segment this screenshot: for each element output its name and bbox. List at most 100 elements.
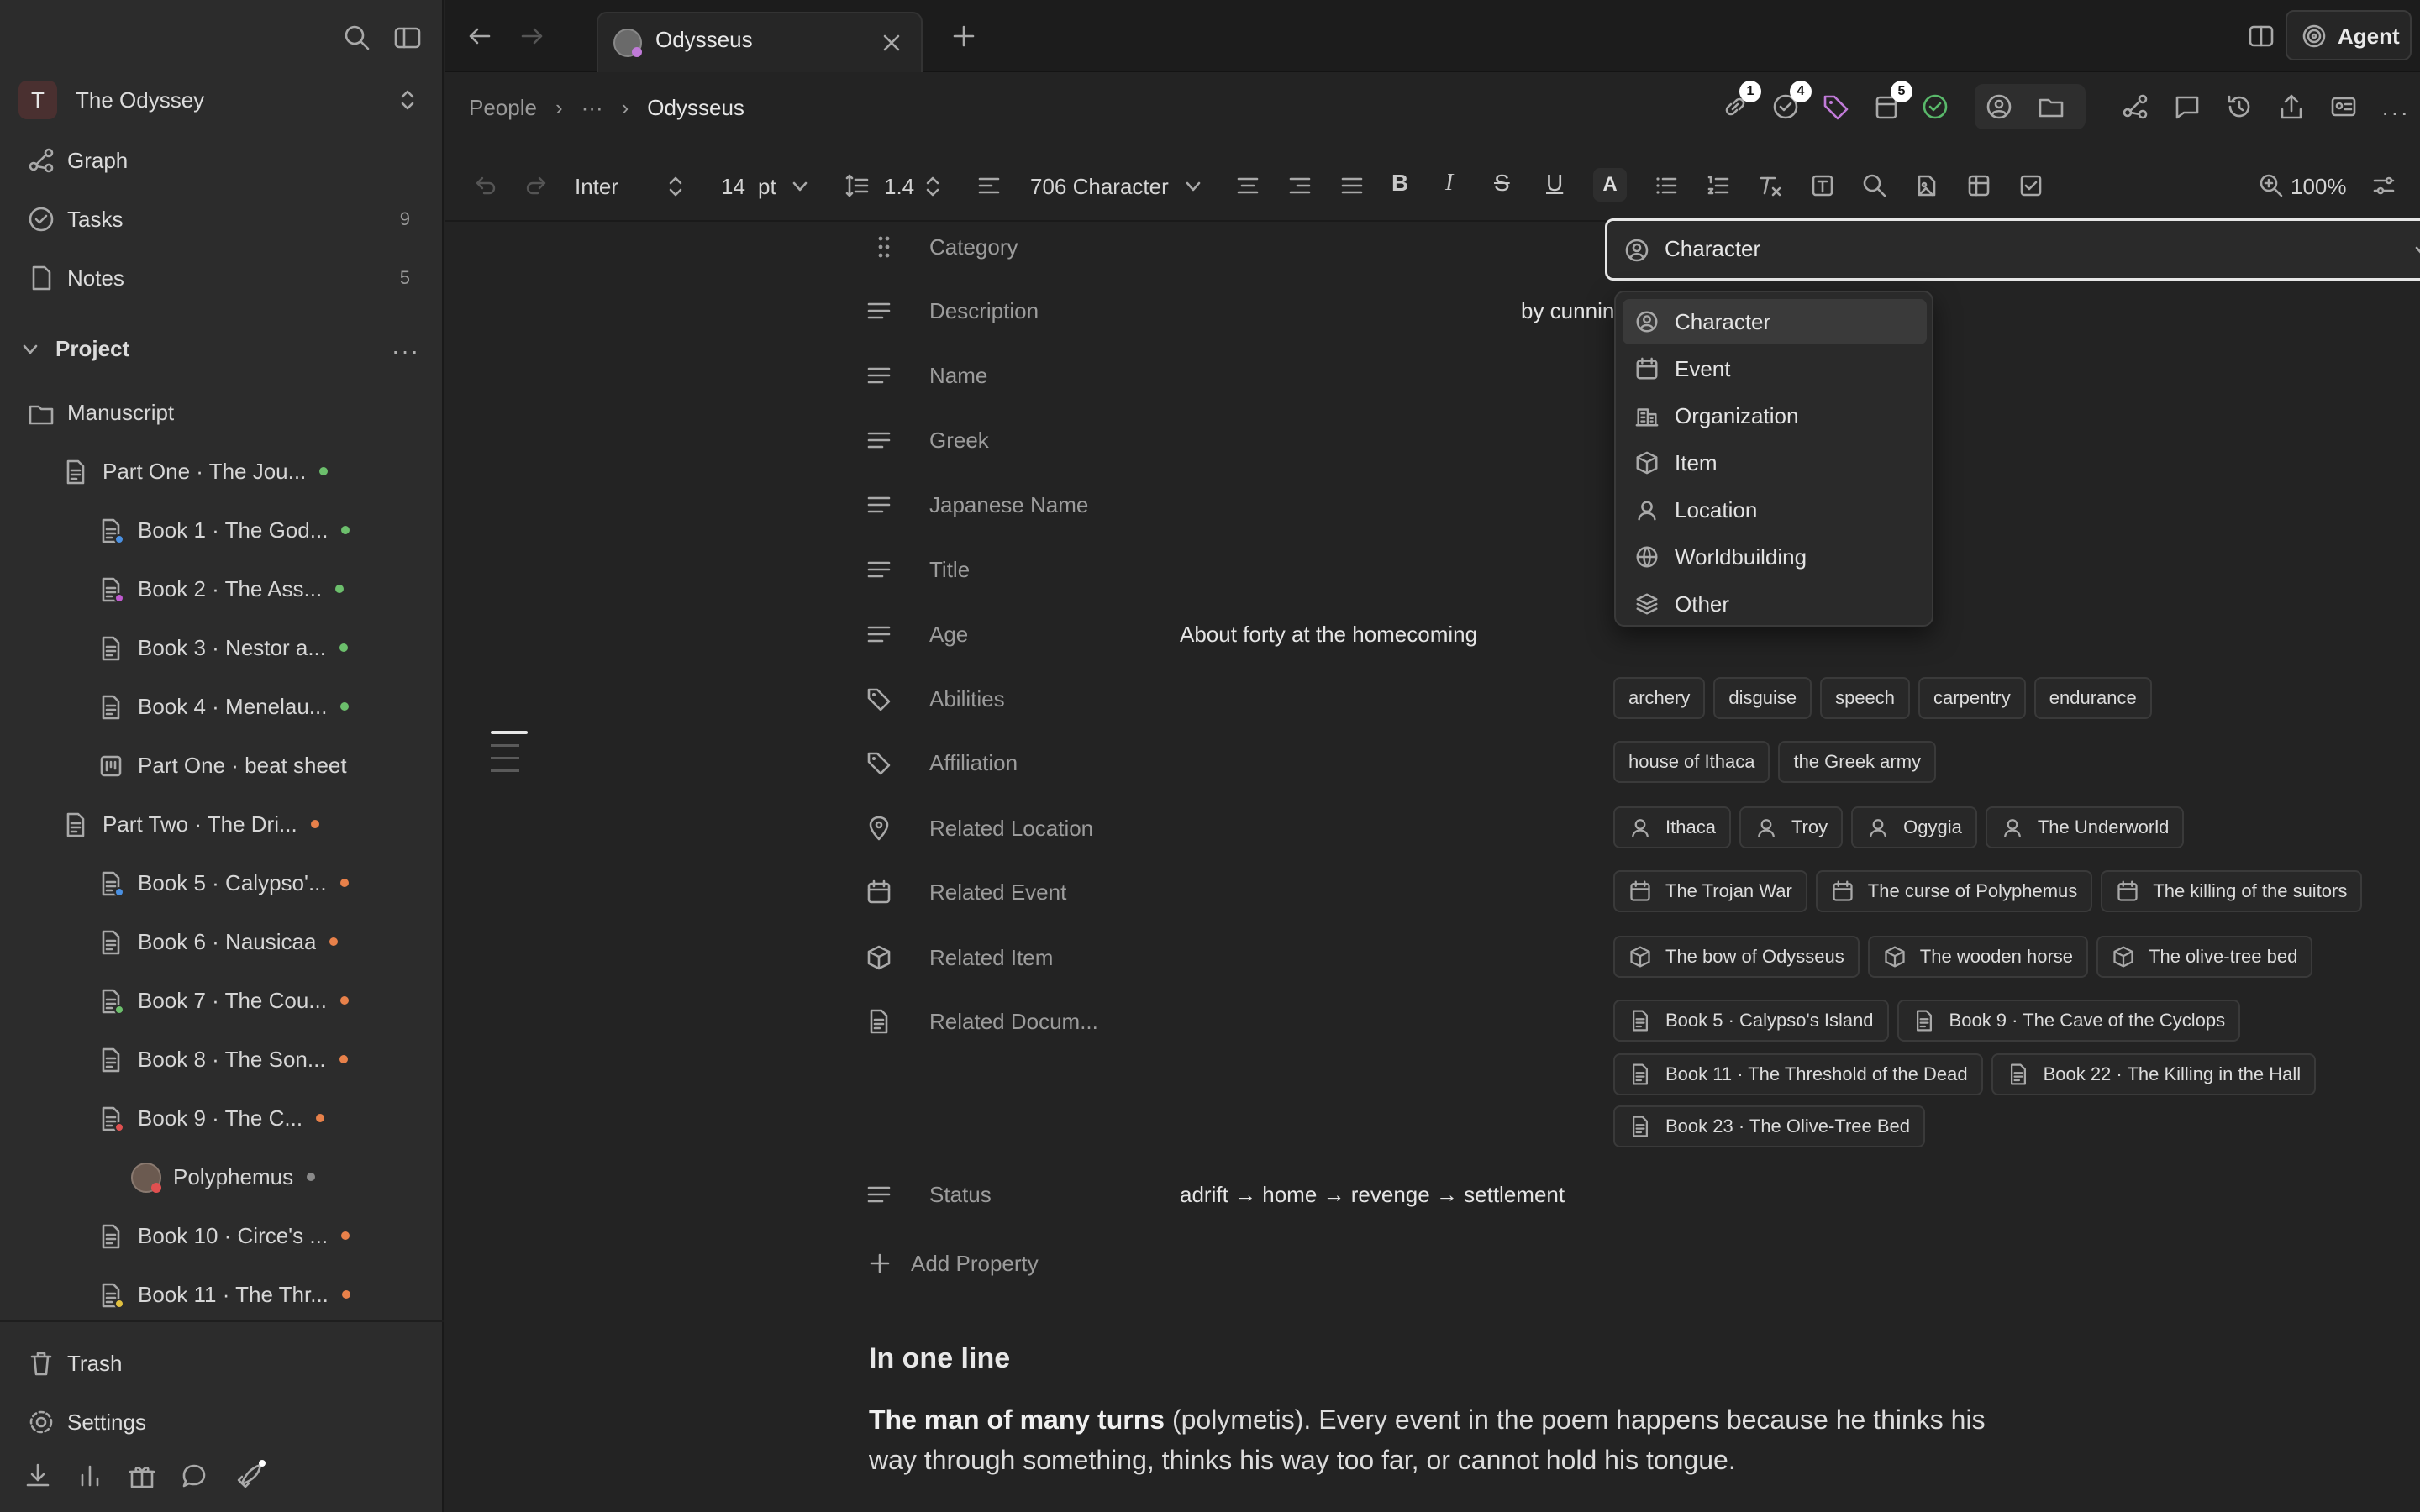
align-right-icon[interactable] [1287, 173, 1313, 198]
dropdown-option-location[interactable]: Location [1623, 487, 1927, 533]
reference-chip[interactable]: Ogygia [1851, 806, 1977, 848]
italic-icon[interactable]: I [1445, 170, 1453, 197]
forward-arrow-icon[interactable] [518, 22, 546, 50]
download-icon[interactable] [24, 1462, 52, 1490]
reference-chip[interactable]: The Trojan War [1613, 870, 1807, 912]
breadcrumb-ellipsis[interactable]: ··· [581, 95, 603, 121]
line-height-value[interactable]: 1.4 [884, 151, 914, 222]
property-value[interactable]: About forty at the homecoming [1180, 609, 1477, 659]
align-center-icon[interactable] [1235, 173, 1260, 198]
history-icon[interactable] [2225, 92, 2254, 121]
numbered-list-icon[interactable] [1706, 173, 1731, 198]
sliders-icon[interactable] [2371, 173, 2396, 198]
chevron-updown-icon[interactable] [666, 173, 686, 200]
tag-icon[interactable] [1822, 92, 1850, 121]
reference-chip[interactable]: The killing of the suitors [2101, 870, 2363, 912]
stats-icon[interactable] [76, 1462, 104, 1490]
text-color-icon[interactable]: A [1593, 168, 1627, 202]
tag-chip[interactable]: disguise [1713, 677, 1812, 719]
tree-item[interactable]: Part Two · The Dri... [0, 795, 444, 853]
tag-chip[interactable]: archery [1613, 677, 1706, 719]
chevron-down-icon[interactable] [1183, 176, 1203, 197]
underline-icon[interactable]: U [1546, 170, 1563, 197]
reference-chip[interactable]: The olive-tree bed [2096, 936, 2313, 978]
undo-icon[interactable] [472, 173, 497, 198]
add-property-button[interactable]: Add Property [865, 1238, 1039, 1289]
redo-icon[interactable] [524, 173, 550, 198]
chevron-updown-icon[interactable] [923, 173, 943, 200]
reference-chip[interactable]: The curse of Polyphemus [1815, 870, 2093, 912]
reference-chip[interactable]: The bow of Odysseus [1613, 936, 1860, 978]
paragraph-style-select[interactable]: 706 Character [1030, 151, 1169, 222]
document-chip[interactable]: Book 9 · The Cave of the Cyclops [1897, 1000, 2241, 1042]
document-chip[interactable]: Book 11 · The Threshold of the Dead [1613, 1053, 1983, 1095]
dropdown-option-character[interactable]: Character [1623, 299, 1927, 344]
zoom-icon[interactable] [2259, 173, 2284, 198]
reference-chip[interactable]: Troy [1739, 806, 1844, 848]
gift-icon[interactable] [128, 1462, 156, 1490]
project-section-header[interactable]: Project ··· [0, 319, 444, 378]
text-box-icon[interactable] [1810, 173, 1835, 198]
font-family-select[interactable]: Inter [575, 151, 618, 222]
document-chip[interactable]: Book 23 · The Olive-Tree Bed [1613, 1105, 1926, 1147]
tree-item[interactable]: Book 5 · Calypso'... [0, 853, 444, 912]
check-circle-icon[interactable]: 4 [1771, 81, 1812, 121]
chevron-down-icon[interactable] [790, 176, 810, 197]
reference-chip[interactable]: The Underworld [1985, 806, 2185, 848]
tree-item[interactable]: Book 6 · Nausicaa [0, 912, 444, 971]
bold-icon[interactable]: B [1392, 170, 1408, 197]
status-check-icon[interactable] [1921, 92, 1949, 121]
tree-item[interactable]: Book 8 · The Son... [0, 1030, 444, 1089]
share-icon[interactable] [2277, 92, 2306, 121]
dropdown-option-event[interactable]: Event [1623, 346, 1927, 391]
document-chip[interactable]: Book 22 · The Killing in the Hall [1991, 1053, 2317, 1095]
sidebar-toggle-icon[interactable] [393, 24, 422, 52]
breadcrumb-root[interactable]: People [469, 95, 537, 121]
justify-icon[interactable] [1339, 173, 1365, 198]
folder-icon[interactable] [2037, 92, 2065, 121]
drag-handle-icon[interactable] [877, 235, 891, 259]
reference-chip[interactable]: Ithaca [1613, 806, 1731, 848]
tag-chip[interactable]: speech [1820, 677, 1911, 719]
font-size-value[interactable]: 14 [721, 151, 745, 222]
status-value[interactable]: adrift → home → revenge → settlement [1180, 1169, 1565, 1220]
tree-item[interactable]: Book 4 · Menelau... [0, 677, 444, 736]
close-icon[interactable] [881, 32, 902, 54]
back-arrow-icon[interactable] [466, 22, 494, 50]
tab-odysseus[interactable]: Odysseus [597, 12, 923, 72]
tree-item[interactable]: Part One · The Jou... [0, 442, 444, 501]
more-menu-icon[interactable]: ··· [2381, 99, 2410, 126]
graph-view-icon[interactable] [2121, 92, 2149, 121]
person-icon[interactable] [1985, 92, 2013, 121]
image-icon[interactable] [1914, 173, 1939, 198]
find-icon[interactable] [1862, 173, 1887, 198]
strikethrough-icon[interactable]: S [1494, 170, 1510, 197]
align-left-icon[interactable] [976, 173, 1002, 198]
reference-chip[interactable]: The wooden horse [1867, 936, 2089, 978]
agent-button[interactable]: Agent [2286, 10, 2412, 60]
chat-icon[interactable] [180, 1462, 208, 1490]
tag-chip[interactable]: carpentry [1918, 677, 2026, 719]
outline-indicator[interactable] [491, 731, 528, 772]
sidebar-item-notes[interactable]: Notes 5 [0, 249, 444, 307]
dropdown-option-other[interactable]: Other [1623, 581, 1927, 627]
tree-item[interactable]: Book 10 · Circe's ... [0, 1206, 444, 1265]
link-icon[interactable]: 1 [1721, 81, 1761, 121]
zoom-level[interactable]: 100% [2291, 151, 2347, 222]
tree-item[interactable]: Manuscript [0, 383, 444, 442]
tree-item[interactable]: Book 9 · The C... [0, 1089, 444, 1147]
bullet-list-icon[interactable] [1654, 173, 1679, 198]
dropdown-option-worldbuilding[interactable]: Worldbuilding [1623, 534, 1927, 580]
rocket-icon[interactable] [235, 1460, 266, 1490]
tag-chip[interactable]: house of Ithaca [1613, 741, 1770, 783]
new-tab-plus-icon[interactable] [950, 22, 978, 50]
sidebar-item-trash[interactable]: Trash [0, 1334, 444, 1393]
tree-item[interactable]: Polyphemus [0, 1147, 444, 1206]
workspace-switcher[interactable]: T The Odyssey [0, 71, 444, 129]
split-view-icon[interactable] [2247, 22, 2275, 50]
tree-item[interactable]: Book 3 · Nestor a... [0, 618, 444, 677]
dropdown-option-organization[interactable]: Organization [1623, 393, 1927, 438]
document-chip[interactable]: Book 5 · Calypso's Island [1613, 1000, 1889, 1042]
tree-item[interactable]: Part One · beat sheet [0, 736, 444, 795]
sidebar-item-graph[interactable]: Graph [0, 131, 444, 190]
